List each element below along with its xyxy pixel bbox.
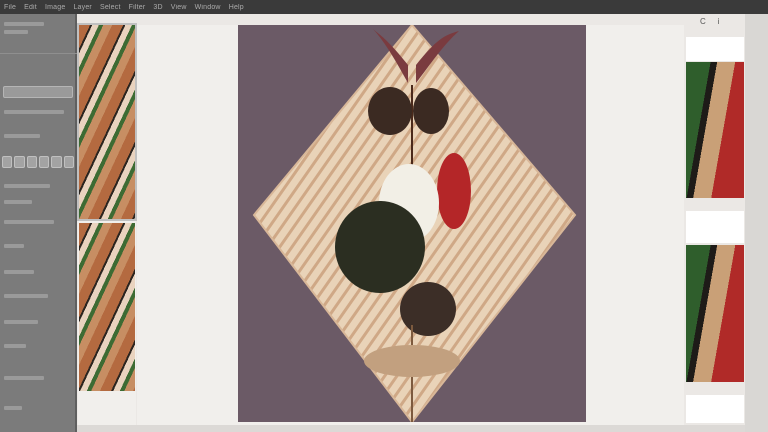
panel-row: [4, 220, 54, 224]
panel-header: [0, 14, 77, 54]
panel-row: [4, 134, 40, 138]
menu-layer[interactable]: Layer: [73, 4, 92, 11]
refresh-icon[interactable]: C: [700, 17, 706, 26]
panel-button-row: [2, 156, 74, 168]
menu-edit[interactable]: Edit: [24, 4, 37, 11]
info-icon[interactable]: i: [718, 17, 720, 26]
artwork-canvas[interactable]: [238, 25, 586, 422]
pinecone-small: [400, 282, 456, 336]
thumbnail-blank[interactable]: [686, 37, 744, 61]
panel-row: [4, 184, 50, 188]
panel-row: [4, 110, 64, 114]
feather: [364, 345, 460, 377]
dark-leaf: [335, 201, 425, 293]
right-thumbnails: [685, 25, 745, 425]
panel-button[interactable]: [14, 156, 25, 168]
status-bar: [77, 425, 745, 432]
menu-filter[interactable]: Filter: [129, 4, 146, 11]
tools-panel: [0, 14, 77, 432]
panel-row: [4, 270, 34, 274]
panel-button[interactable]: [63, 156, 74, 168]
panel-button[interactable]: [51, 156, 62, 168]
panel-row: [4, 200, 32, 204]
panel-row: [4, 406, 22, 410]
panel-button[interactable]: [2, 156, 13, 168]
panel-row: [4, 294, 48, 298]
menu-file[interactable]: File: [4, 4, 16, 11]
thumbnail-right-1[interactable]: [686, 62, 744, 198]
panel-field[interactable]: [3, 86, 73, 98]
pinecone: [368, 87, 412, 135]
thumbnail-blank[interactable]: [686, 211, 744, 243]
panel-row: [4, 244, 24, 248]
menubar: File Edit Image Layer Select Filter 3D V…: [0, 0, 768, 14]
menu-help[interactable]: Help: [229, 4, 244, 11]
menu-image[interactable]: Image: [45, 4, 65, 11]
thumbnail-strip: [77, 23, 137, 425]
panel-row: [4, 30, 28, 34]
window-controls: C i: [700, 17, 720, 26]
scrollbar[interactable]: [745, 14, 768, 432]
panel-row: [4, 344, 26, 348]
panel-row: [4, 22, 44, 26]
artwork-image: [252, 25, 577, 422]
red-pod: [437, 153, 471, 229]
menu-select[interactable]: Select: [100, 4, 121, 11]
thumbnail-2[interactable]: [79, 223, 135, 391]
pinecone: [413, 88, 449, 134]
menu-view[interactable]: View: [171, 4, 187, 11]
thumbnail-right-2[interactable]: [686, 245, 744, 382]
panel-button[interactable]: [38, 156, 50, 168]
app-window: File Edit Image Layer Select Filter 3D V…: [0, 0, 768, 432]
canvas-area[interactable]: [137, 25, 684, 425]
panel-button[interactable]: [26, 156, 37, 168]
menu-3d[interactable]: 3D: [153, 4, 162, 11]
panel-row: [4, 376, 44, 380]
menu-window[interactable]: Window: [195, 4, 221, 11]
panel-row: [4, 320, 38, 324]
thumbnail-1[interactable]: [77, 23, 137, 221]
thumbnail-blank[interactable]: [686, 395, 744, 423]
